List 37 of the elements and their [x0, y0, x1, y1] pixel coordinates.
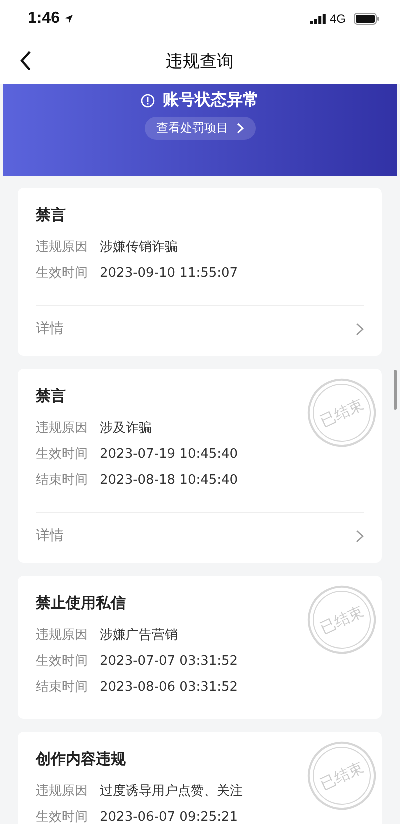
back-icon	[20, 51, 32, 71]
field-label: 生效时间	[36, 809, 88, 824]
clock-time: 1:46	[28, 10, 60, 28]
field-label: 生效时间	[36, 653, 88, 671]
status-text: 账号状态异常	[163, 90, 259, 111]
signal-icon	[310, 14, 326, 24]
view-penalties-button[interactable]: 查看处罚项目	[144, 117, 256, 140]
chevron-right-icon	[236, 123, 244, 134]
field-label: 违规原因	[36, 239, 88, 257]
field-value: 涉及诈骗	[100, 420, 152, 438]
field-value: 2023-09-10 11:55:07	[100, 265, 238, 283]
network-label: 4G	[330, 12, 346, 26]
chevron-right-icon	[356, 322, 364, 336]
info-icon	[141, 94, 155, 108]
field-value: 涉嫌广告营销	[100, 627, 178, 645]
field-label: 生效时间	[36, 446, 88, 464]
field-label: 违规原因	[36, 783, 88, 801]
field-value: 2023-08-18 10:45:40	[100, 472, 238, 490]
battery-icon	[354, 13, 380, 25]
details-row[interactable]: 详情	[36, 512, 364, 545]
field-label: 结束时间	[36, 472, 88, 490]
location-arrow-icon	[64, 14, 74, 24]
field-value: 过度诱导用户点赞、关注	[100, 783, 243, 801]
field-label: 结束时间	[36, 679, 88, 697]
field-label: 生效时间	[36, 265, 88, 283]
page-title: 违规查询	[165, 50, 235, 72]
chevron-right-icon	[356, 530, 364, 542]
field-value: 2023-07-19 10:45:40	[100, 446, 238, 464]
record-title: 禁言	[36, 206, 67, 225]
field-label: 违规原因	[36, 420, 88, 438]
details-row[interactable]: 详情	[36, 305, 364, 338]
field-label: 违规原因	[36, 627, 88, 645]
field-value: 2023-07-07 03:31:52	[100, 653, 238, 671]
field-value: 2023-06-07 09:25:21	[100, 809, 238, 824]
scrollbar	[394, 370, 397, 410]
field-value: 2023-08-06 03:31:52	[100, 679, 238, 697]
field-value: 涉嫌传销诈骗	[100, 239, 178, 257]
